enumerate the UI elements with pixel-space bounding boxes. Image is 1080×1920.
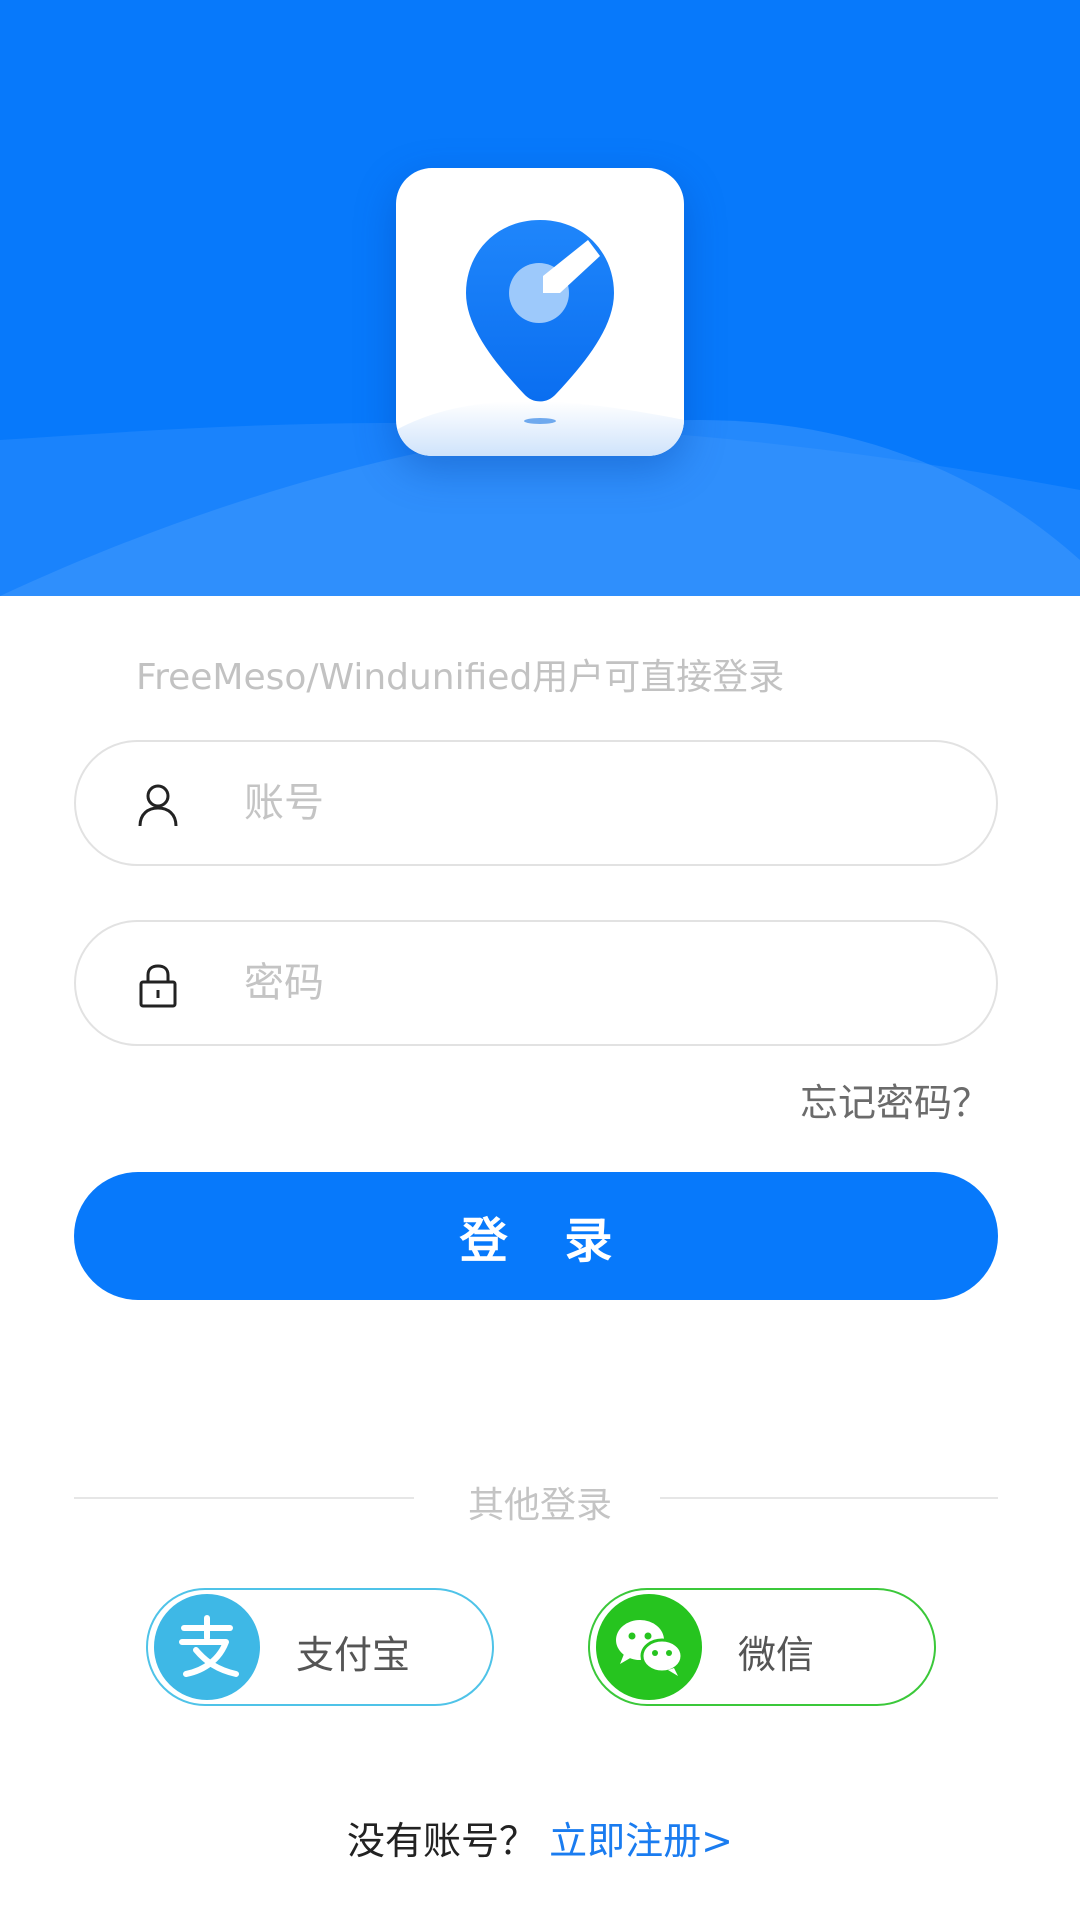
register-prompt: 没有账号？ 立即注册> — [0, 1810, 1080, 1865]
wechat-label: 微信 — [738, 1633, 815, 1677]
account-input[interactable] — [244, 742, 944, 864]
alipay-icon — [154, 1594, 260, 1700]
wechat-login-button[interactable]: 微信 — [588, 1588, 936, 1706]
location-pin-icon — [396, 220, 684, 456]
login-button[interactable]: 登 录 — [74, 1172, 998, 1300]
register-link[interactable]: 立即注册> — [549, 1819, 733, 1863]
alipay-label: 支付宝 — [296, 1633, 411, 1677]
login-hint-text: FreeMeso/Windunified用户可直接登录 — [136, 657, 785, 698]
account-field[interactable] — [74, 740, 998, 866]
user-icon — [138, 784, 178, 827]
password-input[interactable] — [244, 922, 944, 1044]
no-account-text: 没有账号？ — [347, 1819, 538, 1863]
forgot-password-link[interactable]: 忘记密码？ — [800, 1072, 990, 1127]
header-banner — [0, 0, 1080, 596]
divider-right — [660, 1497, 998, 1499]
other-login-label: 其他登录 — [467, 1485, 612, 1526]
wechat-icon — [596, 1594, 702, 1700]
alipay-login-button[interactable]: 支付宝 — [146, 1588, 494, 1706]
password-field[interactable] — [74, 920, 998, 1046]
lock-icon — [139, 964, 177, 1008]
app-logo — [396, 168, 684, 456]
